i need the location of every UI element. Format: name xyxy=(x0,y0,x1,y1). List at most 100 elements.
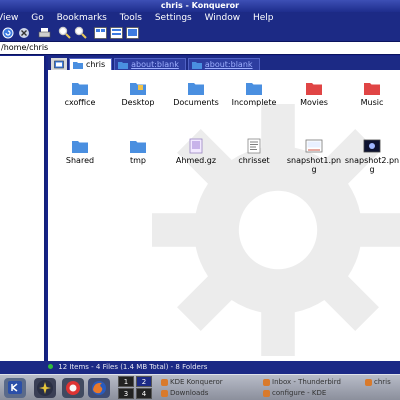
file-item[interactable]: chrisset xyxy=(226,138,282,165)
folder-icon xyxy=(72,141,88,153)
file-item[interactable]: snapshot2.png xyxy=(344,138,400,174)
tab-chris[interactable]: chris xyxy=(69,58,113,70)
file-name: cxoffice xyxy=(64,98,96,107)
zoom-out-icon xyxy=(74,26,87,39)
desktop-folder-icon xyxy=(130,83,146,95)
image-icon xyxy=(305,139,323,153)
status-bar: 12 Items - 4 Files (1.4 MB Total) - 8 Fo… xyxy=(0,361,400,374)
window-title: chris - Konqueror xyxy=(160,1,240,10)
stop-icon xyxy=(19,27,29,38)
menu-bookmarks[interactable]: Bookmarks xyxy=(57,13,107,23)
file-item[interactable]: Ahmed.gz xyxy=(168,138,224,165)
tab-label: about:blank xyxy=(131,60,179,69)
kde-gear-watermark-icon xyxy=(152,104,400,356)
tab-bar: chris about:blank about:blank xyxy=(48,56,400,70)
file-item[interactable]: tmp xyxy=(110,138,166,165)
menu-view[interactable]: View xyxy=(0,13,18,23)
menu-tools[interactable]: Tools xyxy=(120,13,142,23)
file-name: snapshot1.png xyxy=(286,156,342,174)
file-name: Ahmed.gz xyxy=(175,156,217,165)
file-item[interactable]: snapshot1.png xyxy=(286,138,342,174)
folder-icon xyxy=(118,61,129,69)
status-text: 12 Items - 4 Files (1.4 MB Total) - 8 Fo… xyxy=(58,363,208,371)
folder-icon xyxy=(188,83,204,95)
text-file-icon xyxy=(247,138,261,154)
tab-label: about:blank xyxy=(204,60,253,69)
file-item[interactable]: Desktop xyxy=(110,80,166,107)
toolbar xyxy=(0,24,400,41)
tab-about-blank-2[interactable]: about:blank xyxy=(187,58,260,70)
file-name: Movies xyxy=(300,98,328,107)
file-item[interactable]: Music xyxy=(344,80,400,107)
task-thunderbird[interactable]: Inbox - Thunderbird xyxy=(262,377,362,388)
file-name: Documents xyxy=(173,98,219,107)
folder-icon xyxy=(73,61,83,69)
new-tab-icon xyxy=(54,60,64,68)
taskbar: 1 2 3 4 KDE Konqueror Inbox - Thunderbir… xyxy=(0,374,400,400)
folder-icon xyxy=(191,61,202,69)
zoom-in-button[interactable] xyxy=(57,26,71,40)
icon-view-button[interactable] xyxy=(93,26,107,40)
desktop-pager: 1 2 3 4 xyxy=(118,376,154,400)
folder-red-icon xyxy=(306,83,322,95)
folder-icon xyxy=(246,83,262,95)
location-value: /home/chris xyxy=(1,43,49,52)
menu-window[interactable]: Window xyxy=(205,13,241,23)
zoom-out-button[interactable] xyxy=(73,26,87,40)
task-downloads[interactable]: Downloads xyxy=(160,388,260,399)
star-icon xyxy=(37,380,53,396)
file-name: snapshot2.png xyxy=(344,156,400,174)
task-konqueror-kde[interactable]: KDE Konqueror xyxy=(160,377,260,388)
file-item[interactable]: Incomplete xyxy=(226,80,282,107)
tab-about-blank-1[interactable]: about:blank xyxy=(114,58,186,70)
menu-help[interactable]: Help xyxy=(253,13,274,23)
firefox-launcher-button[interactable] xyxy=(88,378,110,398)
lifebuoy-launcher-button[interactable] xyxy=(62,378,84,398)
file-view-area: chris about:blank about:blank cxoffice D… xyxy=(48,56,400,361)
status-indicator-icon xyxy=(48,364,53,369)
file-name: chrisset xyxy=(238,156,270,165)
pager-desktop-2[interactable]: 2 xyxy=(136,376,152,387)
menu-settings[interactable]: Settings xyxy=(155,13,192,23)
task-chris[interactable]: chris xyxy=(364,377,400,388)
folder-icon xyxy=(72,83,88,95)
file-name: tmp xyxy=(129,156,146,165)
window-titlebar[interactable]: chris - Konqueror xyxy=(0,0,400,12)
file-name: Music xyxy=(360,98,384,107)
print-icon xyxy=(38,27,50,37)
stop-button[interactable] xyxy=(17,26,31,40)
zoom-in-icon xyxy=(58,26,71,39)
file-item[interactable]: Movies xyxy=(286,80,342,107)
image-dark-icon xyxy=(363,139,381,153)
new-tab-button[interactable] xyxy=(51,58,67,70)
reload-button[interactable] xyxy=(1,26,15,40)
detail-view-icon xyxy=(125,26,139,39)
pager-desktop-3[interactable]: 3 xyxy=(118,388,134,399)
list-view-icon xyxy=(109,26,123,39)
file-item[interactable]: cxoffice xyxy=(52,80,108,107)
archive-icon xyxy=(189,138,203,154)
kontact-launcher-button[interactable] xyxy=(34,378,56,398)
list-view-button[interactable] xyxy=(109,26,123,40)
firefox-icon xyxy=(92,381,106,395)
menu-bar: View Go Bookmarks Tools Settings Window … xyxy=(0,12,400,24)
navigation-panel[interactable] xyxy=(0,56,46,361)
folder-icon xyxy=(130,141,146,153)
task-configure[interactable]: configure - KDE xyxy=(262,388,362,399)
file-item[interactable]: Documents xyxy=(168,80,224,107)
folder-red-icon xyxy=(364,83,380,95)
file-item[interactable]: Shared xyxy=(52,138,108,165)
file-name: Desktop xyxy=(121,98,155,107)
menu-go[interactable]: Go xyxy=(31,13,43,23)
pager-desktop-1[interactable]: 1 xyxy=(118,376,134,387)
file-name: Shared xyxy=(65,156,95,165)
pager-desktop-4[interactable]: 4 xyxy=(136,388,152,399)
print-button[interactable] xyxy=(37,26,51,40)
location-field[interactable]: /home/chris xyxy=(0,41,400,55)
icon-view[interactable]: cxoffice Desktop Documents Incomplete Movies… xyxy=(48,70,400,361)
tab-label: chris xyxy=(86,60,106,69)
kde-logo-icon xyxy=(8,381,22,394)
icon-view-icon xyxy=(93,26,107,39)
detail-view-button[interactable] xyxy=(125,26,139,40)
kmenu-button[interactable] xyxy=(4,378,26,398)
